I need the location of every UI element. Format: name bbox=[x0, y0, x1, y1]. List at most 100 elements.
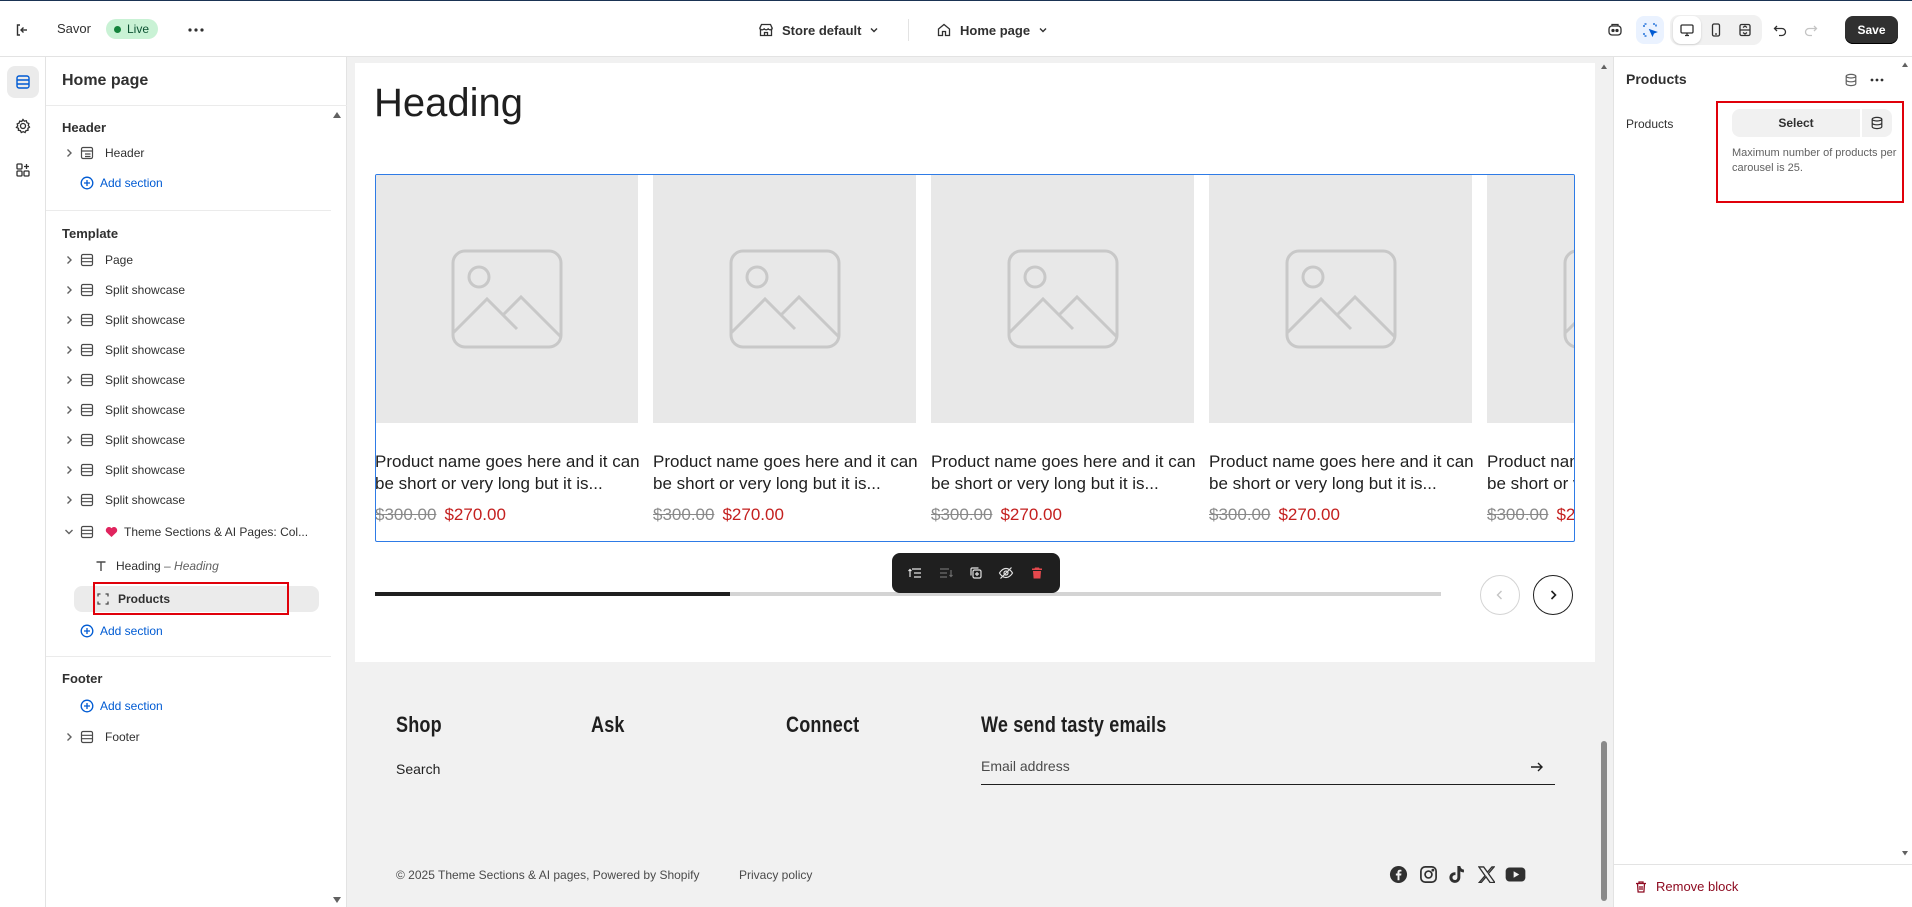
product-card[interactable]: Product name goes here and it can be sho… bbox=[375, 175, 640, 541]
scroll-up-icon[interactable] bbox=[1901, 61, 1909, 69]
sidebar-item-label: Split showcase bbox=[105, 373, 186, 387]
chevron-right-icon[interactable] bbox=[62, 148, 76, 158]
chevron-right-icon[interactable] bbox=[62, 315, 76, 325]
block-heading-label: Heading bbox=[116, 559, 161, 573]
database-icon[interactable] bbox=[1840, 69, 1862, 91]
more-options-icon[interactable] bbox=[184, 18, 208, 42]
sidebar-item-template-section[interactable]: Split showcase bbox=[62, 397, 332, 423]
chevron-right-icon[interactable] bbox=[62, 465, 76, 475]
compare-at-price: $300.00 bbox=[375, 505, 437, 524]
redo-icon[interactable] bbox=[1797, 16, 1825, 44]
footer-col-ask-title: Ask bbox=[591, 712, 625, 737]
instagram-icon[interactable] bbox=[1415, 861, 1441, 887]
add-section-header-button[interactable]: Add section bbox=[80, 172, 163, 194]
scroll-down-icon[interactable] bbox=[1901, 849, 1909, 857]
sidekick-icon[interactable] bbox=[1601, 16, 1629, 44]
sidebar-item-header[interactable]: Header bbox=[62, 140, 332, 166]
sidebar-item-template-section[interactable]: Split showcase bbox=[62, 487, 332, 513]
store-label: Store default bbox=[782, 22, 862, 38]
scroll-down-icon[interactable] bbox=[332, 895, 342, 905]
sidebar-item-template-section[interactable]: Split showcase bbox=[62, 307, 332, 333]
product-name[interactable]: Product name goes here and it can be sho… bbox=[376, 451, 647, 495]
sections-icon[interactable] bbox=[7, 66, 39, 98]
product-name[interactable]: Product name goes here and it can be sho… bbox=[653, 451, 925, 495]
section-icon bbox=[79, 372, 101, 388]
facebook-icon[interactable] bbox=[1385, 861, 1411, 887]
chevron-right-icon[interactable] bbox=[62, 375, 76, 385]
dynamic-source-icon[interactable] bbox=[1862, 109, 1892, 137]
newsletter-title: We send tasty emails bbox=[981, 712, 1167, 737]
header-group-title: Header bbox=[62, 120, 107, 135]
apps-icon[interactable] bbox=[7, 154, 39, 186]
carousel-next-button[interactable] bbox=[1533, 575, 1573, 615]
chevron-down-icon[interactable] bbox=[62, 528, 76, 536]
product-card[interactable]: Product name goes here and it can be sho… bbox=[931, 175, 1196, 541]
youtube-icon[interactable] bbox=[1502, 861, 1528, 887]
products-help-text: Maximum number of products per carousel … bbox=[1732, 147, 1897, 174]
sidebar-item-template-section[interactable]: Split showcase bbox=[62, 367, 332, 393]
live-badge: Live bbox=[106, 19, 159, 39]
save-button[interactable]: Save bbox=[1845, 16, 1898, 44]
desktop-view-icon[interactable] bbox=[1673, 16, 1701, 44]
heart-icon bbox=[105, 526, 118, 538]
sidebar-item-template-section[interactable]: Split showcase bbox=[62, 427, 332, 453]
x-icon[interactable] bbox=[1473, 861, 1499, 887]
block-products[interactable]: Products bbox=[74, 586, 319, 612]
carousel-prev-button[interactable] bbox=[1480, 575, 1520, 615]
product-card[interactable]: Product name goes here and it can be sho… bbox=[1209, 175, 1474, 541]
email-field[interactable] bbox=[981, 749, 1501, 783]
add-section-template-button[interactable]: Add section bbox=[80, 620, 163, 642]
tiktok-icon[interactable] bbox=[1444, 861, 1470, 887]
product-name[interactable]: Product name goes here and it can be sho… bbox=[931, 451, 1203, 495]
preview-scrollbar[interactable] bbox=[1596, 57, 1612, 907]
chevron-right-icon[interactable] bbox=[62, 345, 76, 355]
more-options-icon[interactable] bbox=[1866, 69, 1888, 91]
sidebar-title: Home page bbox=[62, 72, 149, 89]
scroll-up-icon[interactable] bbox=[332, 110, 342, 120]
chevron-right-icon[interactable] bbox=[62, 405, 76, 415]
duplicate-icon[interactable] bbox=[963, 560, 989, 586]
sidebar-item-label: Split showcase bbox=[105, 463, 186, 477]
sidebar-item-footer[interactable]: Footer bbox=[62, 724, 332, 750]
theme-settings-icon[interactable] bbox=[7, 110, 39, 142]
product-carousel[interactable]: Product name goes here and it can be sho… bbox=[375, 174, 1575, 542]
sidebar-item-template-section[interactable]: Split showcase bbox=[62, 457, 332, 483]
chevron-right-icon[interactable] bbox=[62, 285, 76, 295]
sidebar-item-template-section[interactable]: Page bbox=[62, 247, 332, 273]
delete-icon[interactable] bbox=[1024, 560, 1050, 586]
arrow-right-icon[interactable] bbox=[1527, 757, 1547, 777]
chevron-right-icon[interactable] bbox=[62, 495, 76, 505]
exit-icon[interactable] bbox=[10, 18, 34, 42]
image-placeholder-icon bbox=[1563, 249, 1574, 349]
page-selector[interactable]: Home page bbox=[936, 17, 1048, 43]
inspector-icon[interactable] bbox=[1636, 16, 1664, 44]
product-name[interactable]: Product name goes here and it can be sho… bbox=[1209, 451, 1481, 495]
privacy-policy-link[interactable]: Privacy policy bbox=[739, 868, 812, 882]
select-products-button[interactable]: Select bbox=[1732, 109, 1860, 137]
product-image-placeholder bbox=[1487, 175, 1574, 423]
sidebar-item-theme-sections[interactable]: Theme Sections & AI Pages: Col... bbox=[62, 519, 332, 545]
move-up-icon[interactable] bbox=[902, 560, 928, 586]
move-down-icon[interactable] bbox=[933, 560, 959, 586]
mobile-view-icon[interactable] bbox=[1702, 16, 1730, 44]
fullscreen-view-icon[interactable] bbox=[1731, 16, 1759, 44]
sidebar-item-template-section[interactable]: Split showcase bbox=[62, 277, 332, 303]
chevron-right-icon[interactable] bbox=[62, 435, 76, 445]
scrollbar-thumb[interactable] bbox=[1601, 741, 1607, 901]
product-name[interactable]: Product name goes here and it can be sho… bbox=[1487, 451, 1574, 495]
sidebar-item-template-section[interactable]: Split showcase bbox=[62, 337, 332, 363]
compare-at-price: $300.00 bbox=[653, 505, 715, 524]
scroll-up-icon[interactable] bbox=[1600, 63, 1608, 71]
chevron-right-icon[interactable] bbox=[62, 255, 76, 265]
add-section-footer-button[interactable]: Add section bbox=[80, 695, 163, 717]
store-selector[interactable]: Store default bbox=[758, 17, 879, 43]
product-card[interactable]: Product name goes here and it can be sho… bbox=[653, 175, 918, 541]
product-card[interactable]: Product name goes here and it can be sho… bbox=[1487, 175, 1574, 541]
carousel-progress-fill bbox=[375, 592, 730, 596]
hide-icon[interactable] bbox=[993, 560, 1019, 586]
block-heading[interactable]: Heading – Heading bbox=[94, 553, 219, 579]
footer-link-search[interactable]: Search bbox=[396, 761, 440, 777]
remove-block-button[interactable]: Remove block bbox=[1634, 879, 1738, 894]
chevron-right-icon[interactable] bbox=[62, 732, 76, 742]
undo-icon[interactable] bbox=[1766, 16, 1794, 44]
